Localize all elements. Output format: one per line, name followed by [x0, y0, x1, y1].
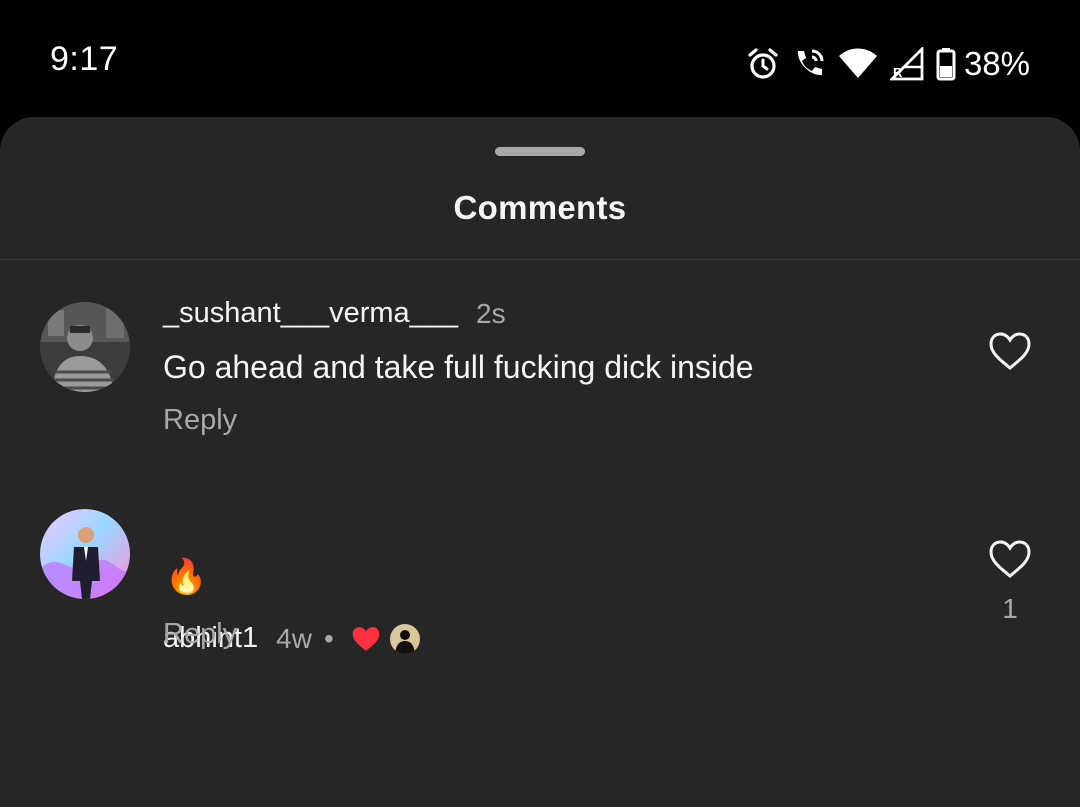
comments-sheet: Comments _sushant___verma___ 2s Go ahead… [0, 117, 1080, 807]
comment-timestamp: 4w [276, 622, 312, 654]
username[interactable]: _sushant___verma___ [163, 297, 458, 330]
wifi-icon [838, 48, 877, 78]
avatar[interactable] [40, 302, 130, 392]
status-icons: R 38% [746, 44, 1030, 84]
reply-button[interactable]: Reply [163, 618, 237, 651]
divider [0, 259, 1080, 260]
comment-text: 🔥 [165, 558, 208, 596]
heart-filled-icon [352, 626, 380, 651]
heart-outline-icon[interactable] [988, 539, 1032, 579]
comment-header: _sushant___verma___ 2s [163, 297, 506, 330]
separator-dot: • [323, 622, 334, 654]
like-count: 1 [1002, 593, 1018, 624]
comment-text: Go ahead and take full fucking dick insi… [163, 349, 754, 385]
comment-timestamp: 2s [476, 297, 506, 329]
battery-percentage: 38% [963, 45, 1030, 82]
author-avatar [389, 623, 420, 654]
wifi-call-icon [797, 49, 824, 76]
status-bar: 9:17 R 38% [0, 0, 1080, 118]
status-time: 9:17 [50, 40, 119, 78]
avatar[interactable] [40, 509, 130, 599]
battery-icon [936, 48, 956, 81]
alarm-icon [748, 48, 778, 79]
cell-signal-roaming-icon: R [889, 47, 924, 81]
sheet-title: Comments [453, 189, 627, 226]
heart-outline-icon[interactable] [988, 331, 1032, 371]
drag-handle[interactable] [495, 147, 585, 156]
svg-text:R: R [893, 65, 903, 80]
author-liked-indicator [350, 623, 420, 654]
reply-button[interactable]: Reply [163, 404, 237, 437]
